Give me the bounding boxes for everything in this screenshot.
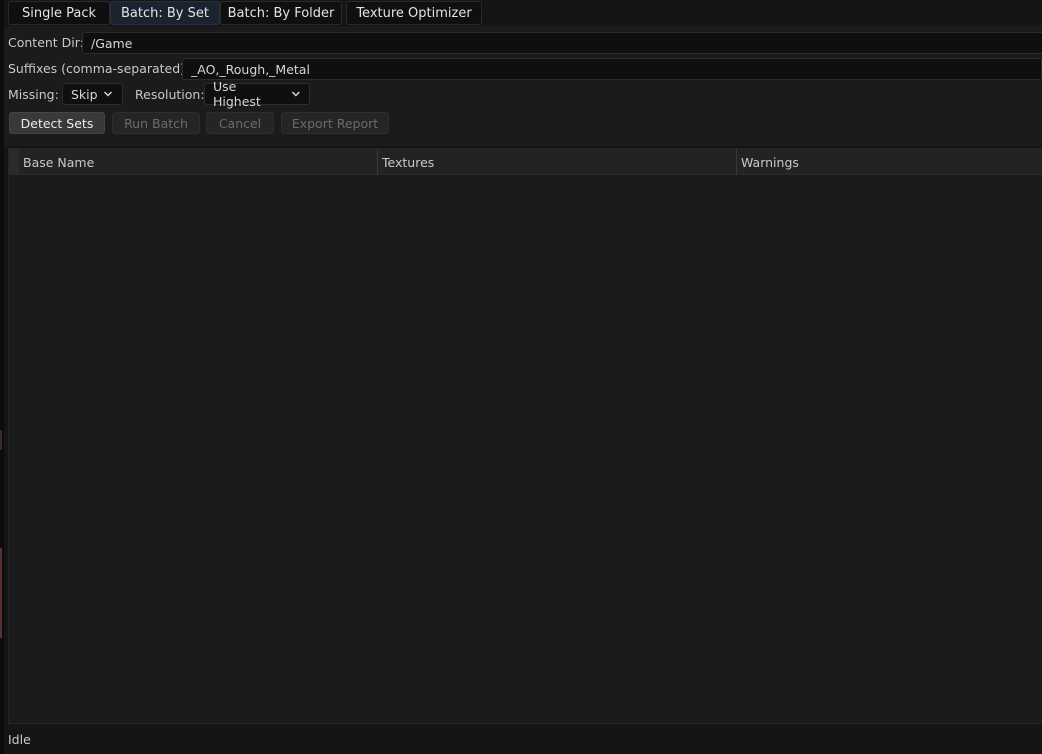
- export-report-button[interactable]: Export Report: [281, 112, 389, 134]
- detect-sets-button[interactable]: Detect Sets: [9, 112, 105, 134]
- resolution-dropdown[interactable]: Use Highest: [204, 79, 310, 109]
- missing-dropdown[interactable]: Skip: [62, 83, 123, 105]
- content-dir-label: Content Dir:: [8, 35, 84, 50]
- tab-texture-optimizer[interactable]: Texture Optimizer: [346, 1, 482, 25]
- sets-table: Base Name Textures Warnings: [8, 148, 1042, 724]
- run-batch-button[interactable]: Run Batch: [112, 112, 200, 134]
- status-bar: Idle: [4, 724, 1042, 754]
- table-body: [9, 175, 1042, 723]
- row-selector-gutter: [9, 149, 19, 175]
- tab-batch-by-folder[interactable]: Batch: By Folder: [220, 1, 342, 25]
- missing-label: Missing:: [8, 87, 59, 102]
- suffixes-label: Suffixes (comma-separated):: [8, 61, 190, 76]
- content-dir-input[interactable]: [82, 32, 1042, 54]
- tab-bar: Single Pack Batch: By Set Batch: By Fold…: [4, 0, 1042, 26]
- batch-settings-form: Content Dir: Suffixes (comma-separated):…: [4, 26, 1042, 146]
- chevron-down-icon: [103, 91, 112, 97]
- app-window: Single Pack Batch: By Set Batch: By Fold…: [0, 0, 1042, 754]
- column-header-textures[interactable]: Textures: [378, 149, 736, 175]
- edge-mark: [0, 548, 2, 638]
- suffixes-input[interactable]: [182, 58, 1042, 80]
- table-header: Base Name Textures Warnings: [9, 149, 1042, 175]
- tab-single-pack[interactable]: Single Pack: [8, 1, 110, 25]
- cancel-button[interactable]: Cancel: [206, 112, 274, 134]
- chevron-down-icon: [292, 91, 301, 97]
- column-header-base-name[interactable]: Base Name: [19, 149, 377, 175]
- resolution-selected-value: Use Highest: [213, 79, 261, 109]
- column-header-warnings[interactable]: Warnings: [737, 149, 1042, 175]
- status-text: Idle: [8, 731, 31, 747]
- resolution-label: Resolution:: [135, 87, 205, 102]
- tab-batch-by-set[interactable]: Batch: By Set: [110, 1, 220, 25]
- edge-mark: [0, 430, 2, 450]
- missing-selected-value: Skip: [71, 86, 98, 102]
